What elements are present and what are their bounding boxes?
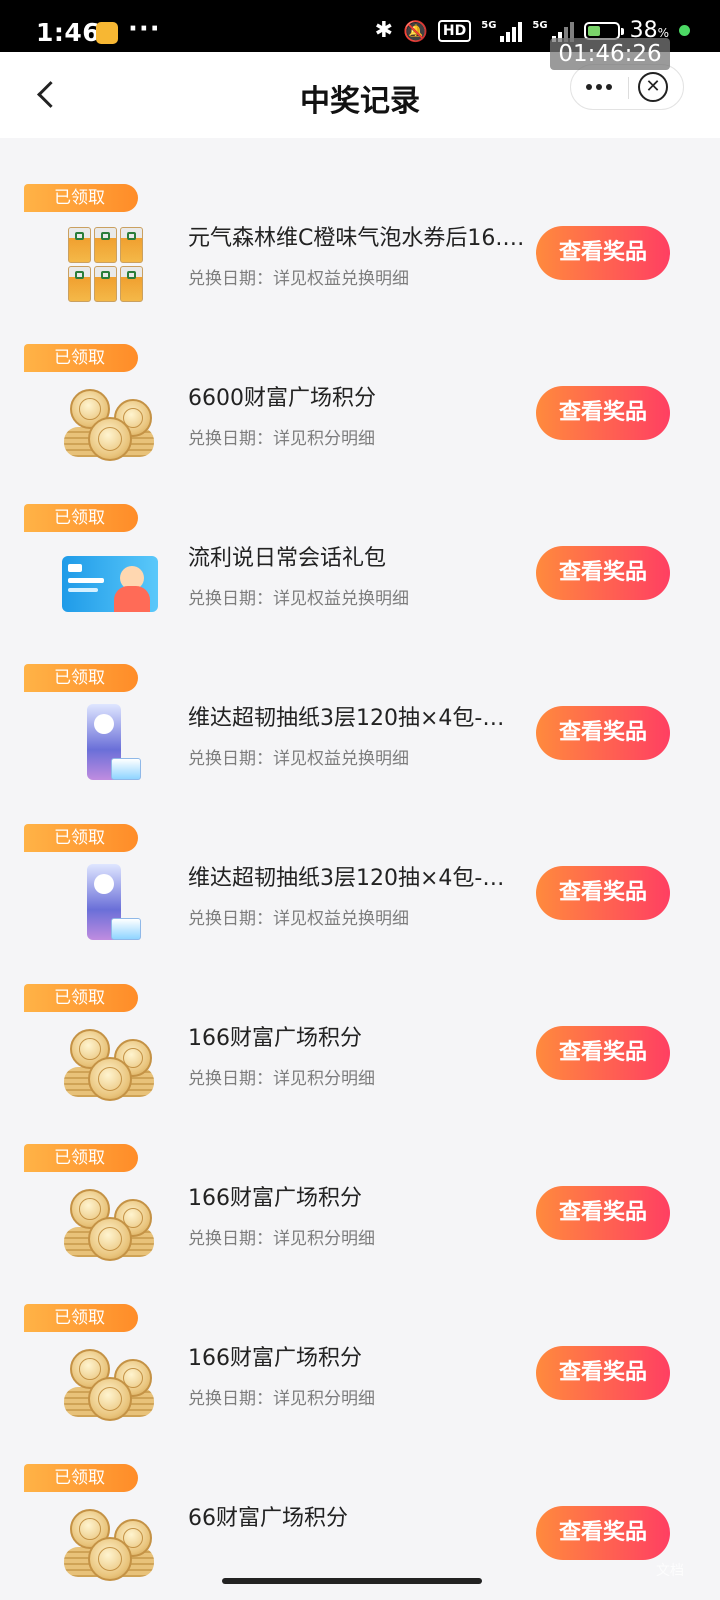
prize-title: 流利说日常会话礼包 — [188, 546, 387, 571]
redeem-date: 兑换日期：详见权益兑换明细 — [188, 589, 409, 609]
course-card-image — [60, 542, 160, 626]
coins-image — [60, 1342, 160, 1426]
prize-record: 已领取 166财富广场积分 兑换日期：详见积分明细 查看奖品 — [0, 938, 720, 1101]
prize-record: 已领取 166财富广场积分 兑换日期：详见积分明细 查看奖品 — [0, 1098, 720, 1261]
more-dot-icon — [606, 84, 612, 90]
view-prize-button[interactable]: 查看奖品 — [536, 546, 670, 600]
redeem-date: 兑换日期：详见权益兑换明细 — [188, 269, 409, 289]
hd-voice-icon: HD — [437, 19, 472, 42]
more-dot-icon — [596, 84, 602, 90]
prize-record: 已领取 维达超韧抽纸3层120抽×4包-… 兑换日期：详见权益兑换明细 查看奖品 — [0, 778, 720, 940]
view-prize-button[interactable]: 查看奖品 — [536, 386, 670, 440]
coins-image — [60, 1182, 160, 1266]
network-type-label-2: 5G — [532, 19, 548, 31]
signal-5g-icon: 5G — [481, 19, 523, 42]
prize-record: 已领取 流利说日常会话礼包 兑换日期：详见权益兑换明细 查看奖品 — [0, 458, 720, 618]
prize-title: 维达超韧抽纸3层120抽×4包-… — [188, 706, 505, 731]
app-notification-icon — [96, 22, 118, 44]
view-prize-button[interactable]: 查看奖品 — [536, 1186, 670, 1240]
prize-title: 166财富广场积分 — [188, 1186, 362, 1211]
bluetooth-icon: ✱ — [374, 18, 393, 43]
view-prize-button[interactable]: 查看奖品 — [536, 1026, 670, 1080]
mini-program-capsule: ✕ — [570, 64, 684, 110]
prize-record: 已领取 维达超韧抽纸3层120抽×4包-… 兑换日期：详见权益兑换明细 查看奖品 — [0, 618, 720, 780]
watermark: 文档 — [656, 1563, 684, 1579]
capsule-divider — [628, 77, 629, 99]
status-badge: 已领取 — [24, 664, 138, 692]
tissue-pack-image — [60, 862, 160, 946]
status-badge: 已领取 — [24, 504, 138, 532]
status-badge: 已领取 — [24, 344, 138, 372]
prize-record: 已领取 166财富广场积分 兑换日期：详见积分明细 查看奖品 — [0, 1258, 720, 1421]
status-badge: 已领取 — [24, 984, 138, 1012]
prize-record: 已领取 元气森林维C橙味气泡水券后16.… 兑换日期：详见权益兑换明细 查看奖品 — [0, 138, 720, 302]
status-badge: 已领取 — [24, 184, 138, 212]
coins-image — [60, 1502, 160, 1586]
more-dot-icon — [586, 84, 592, 90]
redeem-date: 兑换日期：详见积分明细 — [188, 1389, 375, 1409]
more-notifications-icon: ··· — [128, 14, 161, 44]
more-options-button[interactable] — [571, 65, 627, 109]
status-badge: 已领取 — [24, 1464, 138, 1492]
prize-title: 66财富广场积分 — [188, 1506, 348, 1531]
mute-bell-icon: 🔕 — [403, 18, 428, 43]
close-icon: ✕ — [645, 76, 661, 97]
prize-record: 已领取 66财富广场积分 查看奖品 — [0, 1418, 720, 1581]
home-indicator[interactable] — [222, 1578, 482, 1584]
prize-title: 166财富广场积分 — [188, 1026, 362, 1051]
status-badge: 已领取 — [24, 1304, 138, 1332]
prize-title: 6600财富广场积分 — [188, 386, 376, 411]
view-prize-button[interactable]: 查看奖品 — [536, 706, 670, 760]
close-button[interactable]: ✕ — [638, 72, 668, 102]
network-type-label: 5G — [481, 19, 497, 31]
overlay-clock: 01:46:26 — [550, 38, 670, 70]
redeem-date: 兑换日期：详见积分明细 — [188, 429, 375, 449]
coins-image — [60, 382, 160, 466]
prize-title: 166财富广场积分 — [188, 1346, 362, 1371]
view-prize-button[interactable]: 查看奖品 — [536, 866, 670, 920]
prize-record: 已领取 6600财富广场积分 兑换日期：详见积分明细 查看奖品 — [0, 298, 720, 461]
redeem-date: 兑换日期：详见权益兑换明细 — [188, 749, 409, 769]
battery-icon — [583, 21, 624, 40]
status-badge: 已领取 — [24, 1144, 138, 1172]
redeem-date: 兑换日期：详见权益兑换明细 — [188, 909, 409, 929]
view-prize-button[interactable]: 查看奖品 — [536, 226, 670, 280]
view-prize-button[interactable]: 查看奖品 — [536, 1346, 670, 1400]
redeem-date: 兑换日期：详见积分明细 — [188, 1229, 375, 1249]
status-badge: 已领取 — [24, 824, 138, 852]
prize-title: 元气森林维C橙味气泡水券后16.… — [188, 226, 525, 251]
drink-cans-image — [60, 222, 160, 306]
view-prize-button[interactable]: 查看奖品 — [536, 1506, 670, 1560]
status-time: 1:46 — [36, 18, 101, 47]
coins-image — [60, 1022, 160, 1106]
tissue-pack-image — [60, 702, 160, 786]
privacy-indicator-dot — [679, 25, 690, 36]
redeem-date: 兑换日期：详见积分明细 — [188, 1069, 375, 1089]
prize-title: 维达超韧抽纸3层120抽×4包-… — [188, 866, 505, 891]
